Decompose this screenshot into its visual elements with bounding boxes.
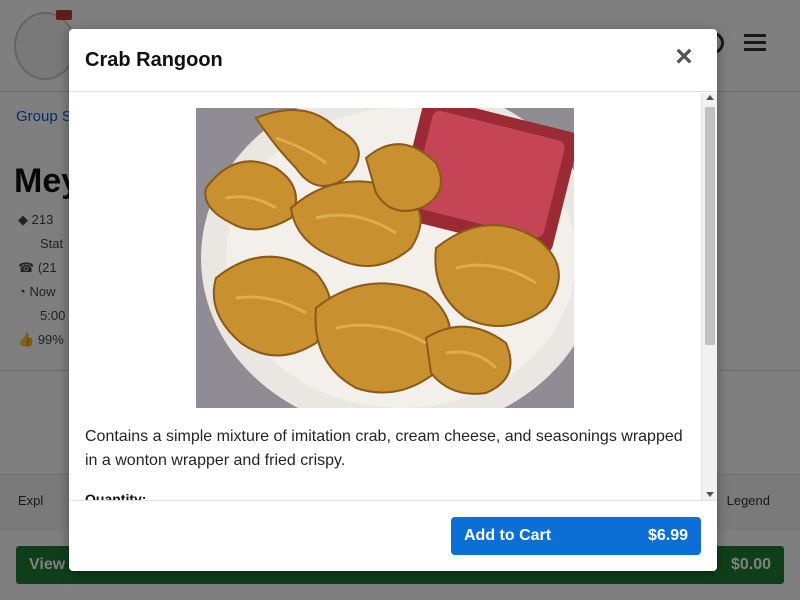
add-to-cart-label: Add to Cart bbox=[464, 527, 552, 544]
scroll-up-icon[interactable] bbox=[706, 95, 714, 100]
scroll-thumb[interactable] bbox=[705, 107, 715, 345]
add-to-cart-button[interactable]: Add to Cart $6.99 bbox=[451, 517, 701, 555]
modal-header: Crab Rangoon × bbox=[69, 29, 717, 92]
close-icon[interactable]: × bbox=[671, 42, 697, 73]
modal-title: Crab Rangoon bbox=[85, 49, 223, 71]
modal-footer: Add to Cart $6.99 bbox=[69, 500, 717, 571]
quantity-label: Quantity: bbox=[85, 491, 147, 500]
item-price: $6.99 bbox=[647, 527, 688, 544]
crab-rangoon-image bbox=[196, 108, 574, 408]
item-modal: Crab Rangoon × Contains a simple mixture… bbox=[69, 29, 717, 571]
modal-scrollbar[interactable] bbox=[701, 93, 717, 500]
scroll-down-icon[interactable] bbox=[706, 492, 714, 497]
item-description: Contains a simple mixture of imitation c… bbox=[85, 428, 683, 469]
modal-body: Contains a simple mixture of imitation c… bbox=[69, 93, 717, 500]
